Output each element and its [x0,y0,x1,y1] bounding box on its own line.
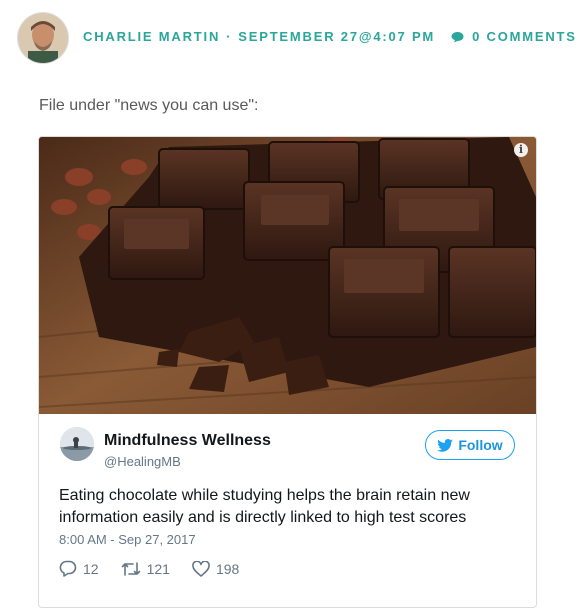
comments-link[interactable]: 0 COMMENTS [451,29,577,44]
comment-bubble-icon [451,31,464,42]
tweet-actions: 12 121 198 [59,560,261,577]
embedded-tweet-card[interactable]: i Mindfulness Wellness @HealingMB Follow… [38,136,537,608]
tweet-text: Eating chocolate while studying helps th… [59,487,470,526]
like-count: 198 [215,560,240,577]
retweet-count: 121 [146,560,170,577]
retweet-icon [121,561,140,576]
twitter-bird-icon [437,438,454,452]
tweet-timestamp[interactable]: 8:00 AM - Sep 27, 2017 [59,532,196,547]
meta-separator: · [226,29,233,44]
follow-label: Follow [458,437,503,453]
reply-action[interactable]: 12 [59,560,99,577]
follow-button[interactable]: Follow [425,430,515,460]
comments-count: 0 COMMENTS [472,29,577,44]
info-icon[interactable]: i [514,143,528,157]
retweet-action[interactable]: 121 [121,561,170,577]
like-action[interactable]: 198 [192,560,240,577]
reply-icon [59,560,77,577]
author-name[interactable]: CHARLIE MARTIN [83,29,220,44]
tweet-author-handle[interactable]: @HealingMB [104,454,181,469]
reply-count: 12 [83,560,99,577]
post-date[interactable]: SEPTEMBER 27@4:07 PM [238,29,435,44]
like-heart-icon [192,560,210,577]
tweet-author-name[interactable]: Mindfulness Wellness [104,432,271,450]
post-header [18,12,68,64]
tweet-photo[interactable]: i [39,137,536,414]
author-avatar[interactable] [18,13,68,63]
tweet-avatar[interactable] [60,427,94,461]
post-meta: CHARLIE MARTIN · SEPTEMBER 27@4:07 PM 0 … [83,29,577,44]
post-intro-text: File under "news you can use": [39,97,259,114]
